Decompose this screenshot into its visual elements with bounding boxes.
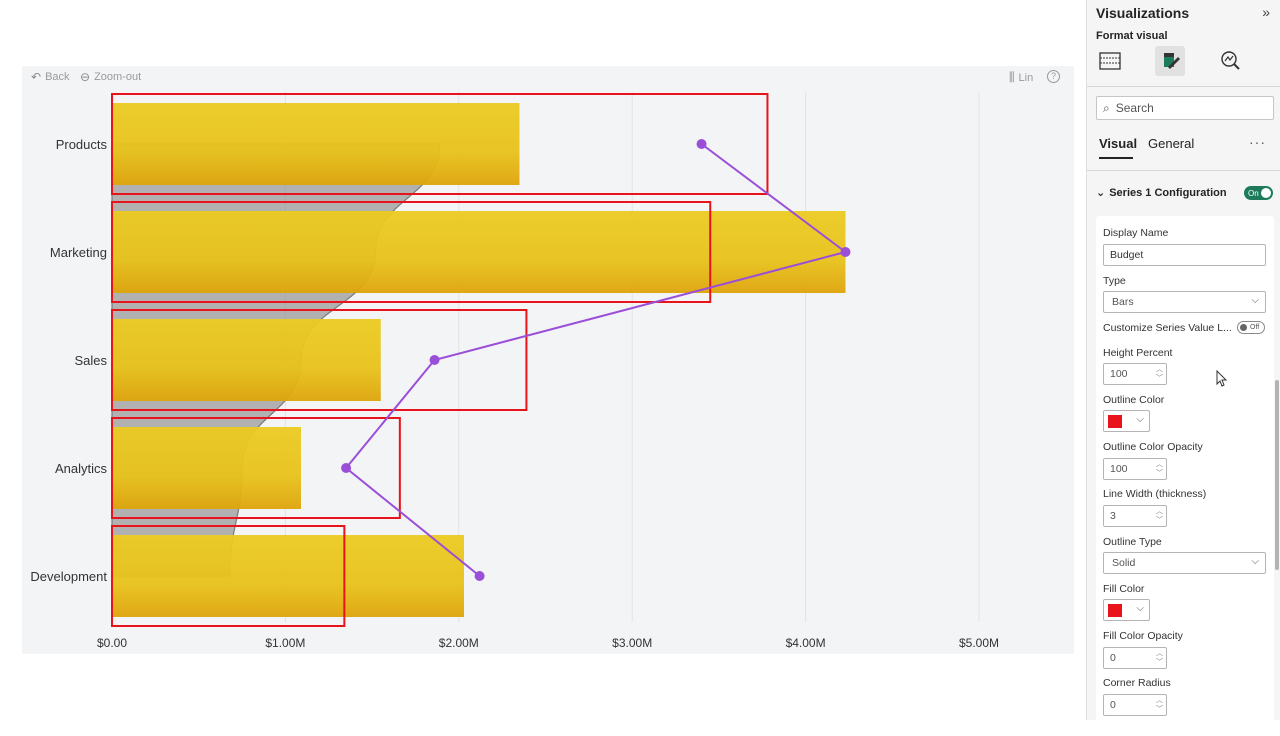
stepper-arrows-icon[interactable]: ︿ ﹀ bbox=[1156, 649, 1163, 667]
section-title: Series 1 Configuration bbox=[1109, 186, 1227, 199]
line-point bbox=[429, 355, 440, 365]
outline-color-label: Outline Color bbox=[1103, 394, 1165, 406]
bar-products bbox=[112, 103, 520, 185]
line-point bbox=[696, 139, 707, 149]
active-tab-indicator bbox=[1099, 157, 1133, 159]
tab-general[interactable]: General bbox=[1148, 136, 1194, 151]
line-point bbox=[840, 247, 851, 257]
bar-sales bbox=[112, 319, 381, 401]
pane-divider bbox=[1087, 170, 1280, 171]
line-series bbox=[344, 143, 848, 577]
type-value: Bars bbox=[1112, 296, 1134, 308]
display-name-label: Display Name bbox=[1103, 227, 1169, 239]
height-percent-value: 100 bbox=[1110, 368, 1128, 380]
corner-radius-label: Corner Radius bbox=[1103, 677, 1171, 689]
series-config-header[interactable]: ⌄ Series 1 Configuration bbox=[1096, 186, 1227, 200]
fill-color-picker[interactable]: ⌵ bbox=[1103, 599, 1150, 621]
outline-opacity-value: 100 bbox=[1110, 463, 1128, 475]
outline-type-select[interactable]: Solid ⌵ bbox=[1103, 552, 1266, 574]
display-name-field[interactable]: Budget bbox=[1103, 244, 1266, 266]
line-point bbox=[341, 463, 352, 473]
tab-visual[interactable]: Visual bbox=[1099, 136, 1137, 151]
outline-color-picker[interactable]: ⌵ bbox=[1103, 410, 1150, 432]
chevron-down-icon: ⌵ bbox=[1136, 603, 1144, 614]
pane-scrollbar[interactable] bbox=[1275, 380, 1279, 570]
pane-divider bbox=[1087, 86, 1280, 87]
more-options-icon[interactable]: ··· bbox=[1249, 134, 1266, 150]
chevron-down-icon: ⌵ bbox=[1251, 295, 1259, 306]
outline-type-label: Outline Type bbox=[1103, 536, 1162, 548]
type-select[interactable]: Bars ⌵ bbox=[1103, 291, 1266, 313]
pane-title: Visualizations bbox=[1096, 5, 1190, 21]
outline-color-swatch bbox=[1108, 415, 1122, 428]
corner-radius-stepper[interactable]: 0 ︿ ﹀ bbox=[1103, 694, 1167, 716]
bar-development bbox=[112, 535, 465, 617]
type-label: Type bbox=[1103, 275, 1126, 287]
x-tick-label: $5.00M bbox=[959, 636, 999, 650]
analytics-icon[interactable] bbox=[1215, 46, 1245, 76]
height-percent-label: Height Percent bbox=[1103, 347, 1173, 359]
chevron-down-icon: ⌄ bbox=[1096, 187, 1106, 199]
format-visual-icon[interactable] bbox=[1155, 46, 1185, 76]
category-label: Analytics bbox=[55, 461, 108, 476]
search-placeholder: Search bbox=[1115, 101, 1154, 115]
outline-type-value: Solid bbox=[1112, 557, 1136, 569]
fill-opacity-stepper[interactable]: 0 ︿ ﹀ bbox=[1103, 647, 1167, 669]
format-visual-label: Format visual bbox=[1096, 30, 1168, 42]
category-label: Development bbox=[30, 569, 107, 584]
corner-radius-value: 0 bbox=[1110, 699, 1116, 711]
stepper-arrows-icon[interactable]: ︿ ﹀ bbox=[1156, 460, 1163, 478]
search-icon: ⌕ bbox=[1103, 100, 1110, 115]
toggle-knob bbox=[1261, 188, 1271, 198]
bar-analytics bbox=[112, 427, 302, 509]
stepper-arrows-icon[interactable]: ︿ ﹀ bbox=[1156, 507, 1163, 525]
line-width-value: 3 bbox=[1110, 510, 1116, 522]
build-visual-icon[interactable] bbox=[1095, 46, 1125, 76]
fill-color-swatch bbox=[1108, 604, 1122, 617]
stepper-arrows-icon[interactable]: ︿ ﹀ bbox=[1156, 696, 1163, 714]
x-tick-label: $2.00M bbox=[439, 636, 479, 650]
height-percent-stepper[interactable]: 100 ︿ ﹀ bbox=[1103, 363, 1167, 385]
outline-opacity-stepper[interactable]: 100 ︿ ﹀ bbox=[1103, 458, 1167, 480]
x-tick-label: $4.00M bbox=[786, 636, 826, 650]
toggle-label: Off bbox=[1250, 324, 1260, 331]
visualizations-pane: Visualizations » Format visual ⌕ Search … bbox=[1086, 0, 1280, 736]
x-tick-label: $3.00M bbox=[612, 636, 652, 650]
x-tick-label: $1.00M bbox=[265, 636, 305, 650]
search-input[interactable]: ⌕ Search bbox=[1096, 96, 1274, 120]
category-label: Sales bbox=[74, 353, 107, 368]
fill-opacity-label: Fill Color Opacity bbox=[1103, 630, 1183, 642]
collapse-pane-icon[interactable]: » bbox=[1262, 4, 1270, 20]
line-width-label: Line Width (thickness) bbox=[1103, 488, 1207, 500]
stepper-arrows-icon[interactable]: ︿ ﹀ bbox=[1156, 365, 1163, 383]
outline-opacity-label: Outline Color Opacity bbox=[1103, 441, 1203, 453]
category-label: Marketing bbox=[50, 245, 107, 260]
toggle-knob bbox=[1240, 324, 1247, 331]
customize-toggle[interactable]: Off bbox=[1237, 321, 1265, 334]
customize-label: Customize Series Value L... bbox=[1103, 322, 1232, 334]
category-label: Products bbox=[56, 137, 108, 152]
fill-color-label: Fill Color bbox=[1103, 583, 1145, 595]
section-toggle[interactable]: On bbox=[1244, 186, 1273, 200]
chevron-down-icon: ⌵ bbox=[1251, 556, 1259, 567]
toggle-label: On bbox=[1248, 188, 1259, 198]
chevron-down-icon: ⌵ bbox=[1136, 414, 1144, 425]
line-point bbox=[474, 571, 485, 581]
line-width-stepper[interactable]: 3 ︿ ﹀ bbox=[1103, 505, 1167, 527]
report-canvas: ↶ Back ⊖ Zoom-out ⫼ Lin ? $0.00 $1.00M $2.… bbox=[0, 0, 1086, 720]
fill-opacity-value: 0 bbox=[1110, 652, 1116, 664]
x-tick-label: $0.00 bbox=[97, 636, 127, 650]
chart-svg: $0.00 $1.00M $2.00M $3.00M $4.00M $5.00M Produ… bbox=[30, 92, 999, 650]
mouse-cursor-icon bbox=[1216, 369, 1228, 393]
